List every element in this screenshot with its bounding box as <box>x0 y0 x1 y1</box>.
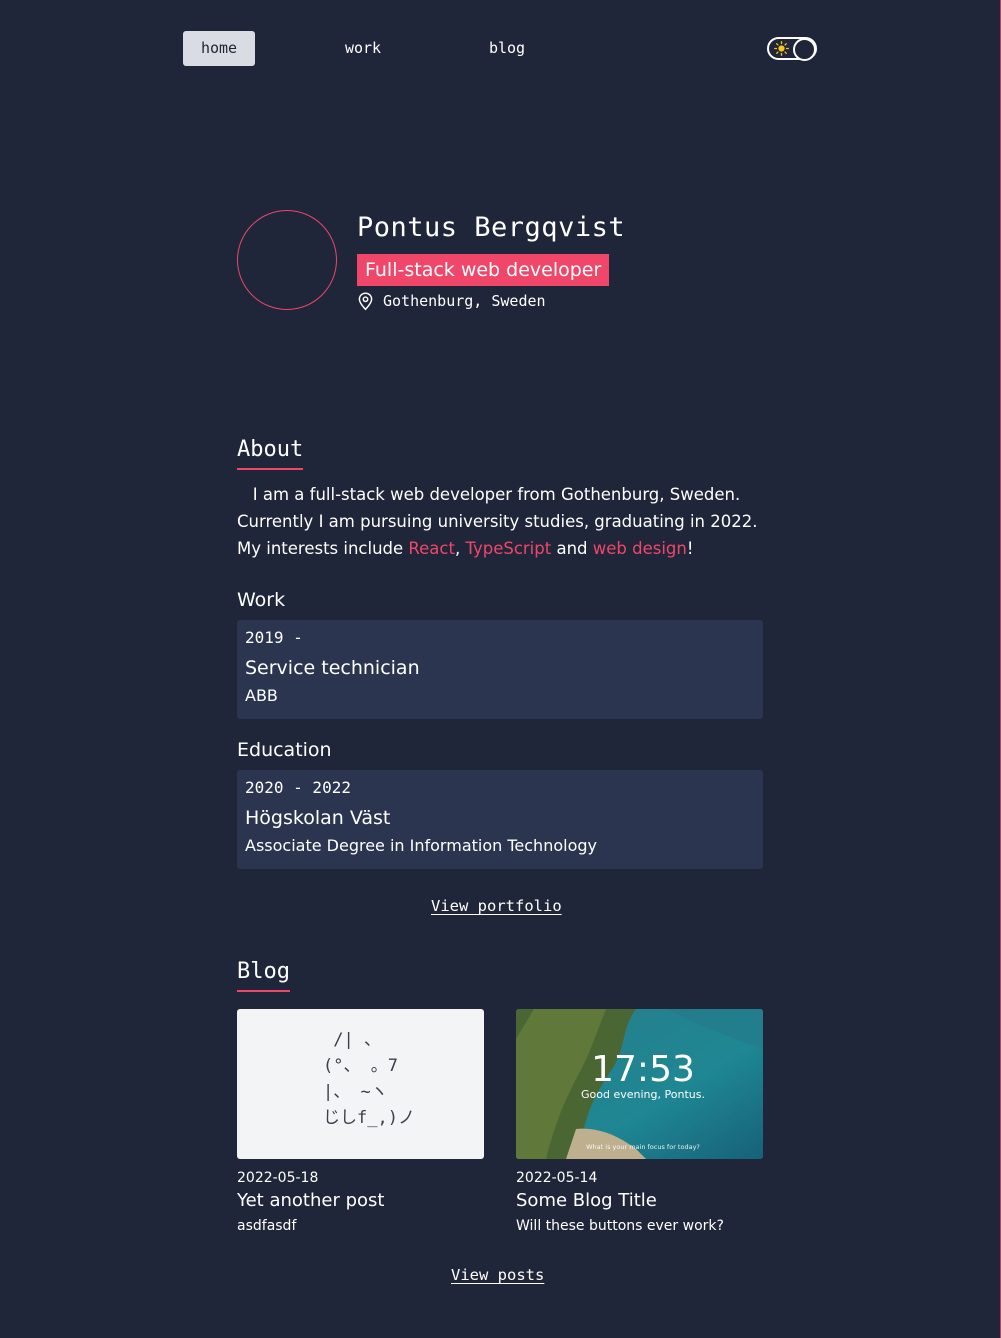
about-line-2: Currently I am pursuing university studi… <box>237 512 758 531</box>
work-card: 2019 - Service technician ABB <box>237 620 763 719</box>
photo-greeting: Good evening, Pontus. <box>581 1088 705 1101</box>
post-date: 2022-05-18 <box>237 1170 319 1186</box>
profile-name: Pontus Bergqvist <box>357 212 626 243</box>
about-text: I am a full-stack web developer from Got… <box>237 481 767 562</box>
about-sep-1: , <box>454 539 466 558</box>
post-date: 2022-05-14 <box>516 1170 598 1186</box>
education-degree: Associate Degree in Information Technolo… <box>245 836 597 855</box>
work-position: Service technician <box>245 657 420 679</box>
map-pin-icon <box>358 292 373 310</box>
about-suffix: ! <box>686 539 694 558</box>
theme-toggle[interactable] <box>767 37 817 61</box>
nav-home[interactable]: home <box>183 31 255 66</box>
avatar <box>237 210 337 310</box>
location-text: Gothenburg, Sweden <box>383 292 546 310</box>
work-years: 2019 - <box>245 628 303 647</box>
toggle-knob <box>793 38 816 61</box>
about-heading: About <box>237 437 304 470</box>
post-thumbnail[interactable]: /| 、 (°、 。7 |、 ~ヽ じしf_,)ノ <box>237 1009 484 1159</box>
profile-location: Gothenburg, Sweden <box>357 291 546 311</box>
nav-blog[interactable]: blog <box>471 31 543 66</box>
photo-focus-prompt: What is your main focus for today? <box>586 1143 700 1151</box>
interest-react-link[interactable]: React <box>408 539 455 558</box>
post-title[interactable]: Some Blog Title <box>516 1190 763 1211</box>
photo-clock: 17:53 <box>591 1049 695 1090</box>
work-heading: Work <box>237 589 286 611</box>
post-thumbnail[interactable]: 17:53 Good evening, Pontus. What is your… <box>516 1009 763 1159</box>
about-line-3-prefix: My interests include <box>237 539 409 558</box>
interest-web-design-link[interactable]: web design <box>593 539 687 558</box>
work-company: ABB <box>245 686 278 705</box>
post-description: asdfasdf <box>237 1218 297 1234</box>
view-portfolio-link[interactable]: View portfolio <box>431 897 562 915</box>
education-heading: Education <box>237 739 332 761</box>
about-line-1: I am a full-stack web developer from Got… <box>252 485 741 504</box>
nav-work[interactable]: work <box>327 31 399 66</box>
top-nav: home work blog <box>183 31 817 66</box>
view-posts-link[interactable]: View posts <box>451 1266 544 1284</box>
post-description: Will these buttons ever work? <box>516 1218 724 1234</box>
about-sep-2: and <box>551 539 593 558</box>
blog-post-card[interactable]: /| 、 (°、 。7 |、 ~ヽ じしf_,)ノ 2022-05-18 Yet… <box>237 1009 484 1234</box>
blog-heading: Blog <box>237 959 290 992</box>
sun-icon <box>774 41 789 56</box>
profile-role-badge: Full-stack web developer <box>357 254 610 286</box>
education-card: 2020 - 2022 Högskolan Väst Associate Deg… <box>237 770 763 869</box>
blog-post-card[interactable]: 17:53 Good evening, Pontus. What is your… <box>516 1009 763 1234</box>
education-school: Högskolan Väst <box>245 807 391 829</box>
education-years: 2020 - 2022 <box>245 778 351 797</box>
ascii-cat-art: /| 、 (°、 。7 |、 ~ヽ じしf_,)ノ <box>323 1030 415 1128</box>
interest-typescript-link[interactable]: TypeScript <box>465 539 551 558</box>
post-title[interactable]: Yet another post <box>237 1190 484 1211</box>
